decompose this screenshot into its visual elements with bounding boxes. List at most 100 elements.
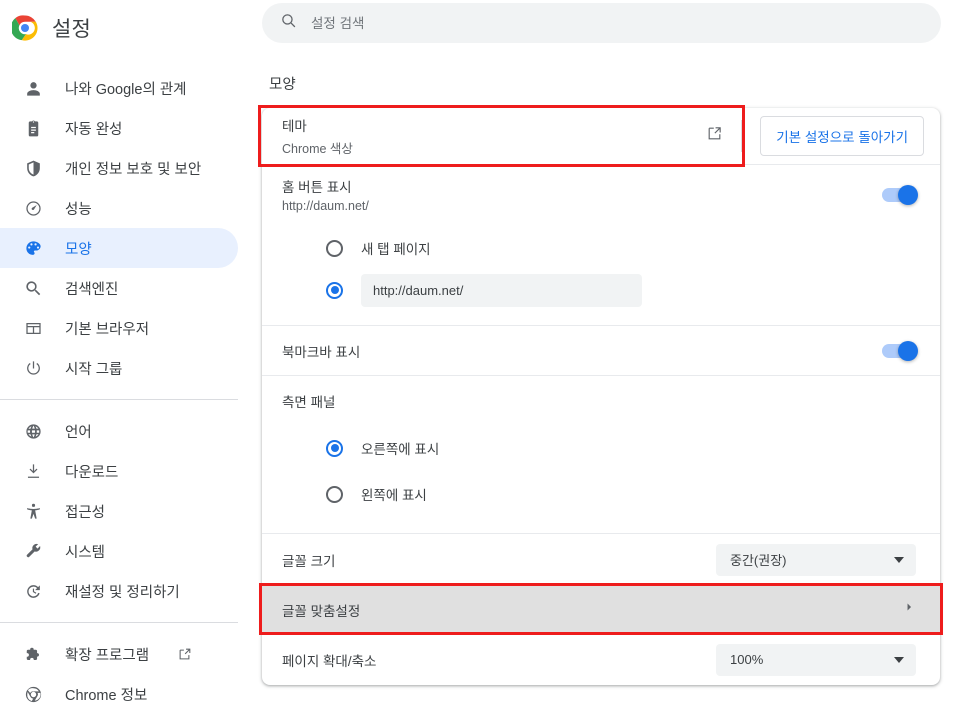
sidebar-item-downloads[interactable]: 다운로드 [0,451,238,491]
chevron-right-icon [902,600,916,619]
bookmarks-bar-label: 북마크바 표시 [282,344,361,360]
sidebar-item-label: 언어 [65,424,92,441]
sidebar-item-label: 재설정 및 정리하기 [65,584,180,601]
radio-button[interactable] [326,439,343,457]
theme-label: 테마 [282,119,307,134]
sidebar-item-label: 나와 Google의 관계 [65,81,187,98]
side-panel-header: 측면 패널 [262,376,940,411]
radio-custom-url[interactable] [262,269,940,311]
home-button-toggle[interactable] [882,184,918,205]
theme-row[interactable]: 테마 Chrome 색상 기본 설정으로 돌아가기 [262,108,940,164]
page-zoom-row[interactable]: 페이지 확대/축소 100% [262,633,940,685]
theme-reset-container: 기본 설정으로 돌아가기 [742,108,940,164]
search-icon [280,12,297,34]
chrome-outline-icon [23,684,43,704]
sidebar-item-label: 기본 브라우저 [65,321,150,338]
sidebar-item-on-startup[interactable]: 시작 그룹 [0,348,238,388]
search-icon [23,278,43,298]
home-button-section: 홈 버튼 표시 http://daum.net/ 새 탭 페이지 [262,164,940,325]
sidebar-item-accessibility[interactable]: 접근성 [0,491,238,531]
settings-page: 설정 나와 Google의 관계 자동 완성 개인 정보 보호 및 보안 성능 [0,0,956,704]
radio-button[interactable] [326,485,343,503]
power-icon [23,358,43,378]
sidebar-item-label: 자동 완성 [65,121,123,138]
page-title: 설정 [52,18,92,41]
sidebar-item-autofill[interactable]: 자동 완성 [0,108,238,148]
sidebar-item-languages[interactable]: 언어 [0,411,238,451]
home-page-radio-group: 새 탭 페이지 [262,217,940,325]
radio-new-tab-page[interactable]: 새 탭 페이지 [262,227,940,269]
bookmarks-bar-row[interactable]: 북마크바 표시 [262,325,940,375]
theme-texts: 테마 Chrome 색상 [282,115,353,157]
theme-sublabel: Chrome 색상 [282,142,353,156]
search-input[interactable] [311,15,941,31]
main-content: 모양 테마 Chrome 색상 기본 설정으로 돌아가기 [255,0,956,704]
sidebar-item-appearance[interactable]: 모양 [0,228,238,268]
toggle-knob [898,340,918,361]
font-size-select[interactable]: 중간(권장) [716,543,916,576]
clipboard-icon [23,118,43,138]
radio-button[interactable] [326,239,343,257]
bookmarks-bar-toggle[interactable] [882,340,918,361]
globe-icon [23,421,43,441]
sidebar-item-label: 다운로드 [65,464,119,481]
sidebar-divider [0,622,238,623]
page-zoom-value: 100% [730,652,764,667]
shield-icon [23,158,43,178]
sidebar-item-google[interactable]: 나와 Google의 관계 [0,68,238,108]
radio-button[interactable] [326,281,343,299]
sidebar-item-reset[interactable]: 재설정 및 정리하기 [0,571,238,611]
font-customize-label: 글꼴 맞춤설정 [282,603,361,619]
font-size-row[interactable]: 글꼴 크기 중간(권장) [262,533,940,585]
sidebar-item-label: 개인 정보 보호 및 보안 [65,161,202,178]
page-zoom-label: 페이지 확대/축소 [282,653,377,669]
external-link-icon [706,125,723,147]
home-url-input[interactable] [361,273,642,307]
sidebar-item-privacy[interactable]: 개인 정보 보호 및 보안 [0,148,238,188]
toggle-knob [898,184,918,205]
reset-to-default-button[interactable]: 기본 설정으로 돌아가기 [760,116,924,156]
radio-label: 왼쪽에 표시 [361,488,427,503]
brand-header: 설정 [0,0,255,56]
browser-window-icon [23,318,43,338]
home-button-label: 홈 버튼 표시 [282,180,352,195]
section-title-appearance: 모양 [269,77,296,93]
home-button-sublabel: http://daum.net/ [282,199,369,213]
sidebar-item-label: 모양 [65,241,92,258]
home-button-texts: 홈 버튼 표시 http://daum.net/ [282,176,369,213]
sidebar-item-extensions[interactable]: 확장 프로그램 [0,634,238,674]
home-button-row: 홈 버튼 표시 http://daum.net/ [262,165,940,217]
page-zoom-select[interactable]: 100% [716,643,916,676]
sidebar-item-search-engine[interactable]: 검색엔진 [0,268,238,308]
sidebar-item-label: 확장 프로그램 [65,647,150,664]
sidebar-item-performance[interactable]: 성능 [0,188,238,228]
sidebar-item-system[interactable]: 시스템 [0,531,238,571]
download-icon [23,461,43,481]
puzzle-icon [23,644,43,664]
wrench-icon [23,541,43,561]
sidebar-nav: 나와 Google의 관계 자동 완성 개인 정보 보호 및 보안 성능 모양 [0,68,255,704]
search-settings-bar[interactable] [262,3,941,43]
side-panel-radio-group: 오른쪽에 표시 왼쪽에 표시 [262,411,940,533]
history-restore-icon [23,581,43,601]
theme-open-button[interactable]: 테마 Chrome 색상 [262,108,741,164]
chevron-down-icon [894,556,904,563]
sidebar-item-label: 성능 [65,201,92,218]
palette-icon [23,238,43,258]
radio-show-on-left[interactable]: 왼쪽에 표시 [262,471,940,517]
side-panel-section: 측면 패널 오른쪽에 표시 왼쪽에 표시 [262,375,940,533]
radio-label: 오른쪽에 표시 [361,442,440,457]
sidebar-item-default-browser[interactable]: 기본 브라우저 [0,308,238,348]
radio-show-on-right[interactable]: 오른쪽에 표시 [262,425,940,471]
external-link-icon [177,647,192,662]
accessibility-icon [23,501,43,521]
sidebar-item-label: 시스템 [65,544,106,561]
sidebar-divider [0,399,238,400]
speedometer-icon [23,198,43,218]
sidebar-item-about-chrome[interactable]: Chrome 정보 [0,674,238,704]
sidebar-item-label: 시작 그룹 [65,361,123,378]
sidebar: 설정 나와 Google의 관계 자동 완성 개인 정보 보호 및 보안 성능 [0,0,255,704]
radio-label: 새 탭 페이지 [361,242,431,257]
font-customize-row[interactable]: 글꼴 맞춤설정 [262,585,940,633]
font-size-label: 글꼴 크기 [282,553,336,569]
